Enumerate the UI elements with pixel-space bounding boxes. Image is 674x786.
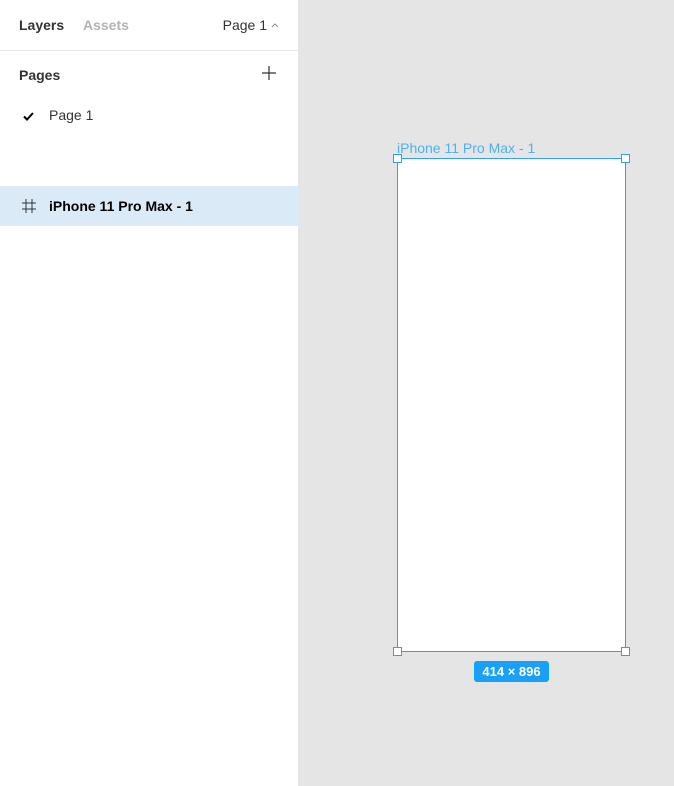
- add-page-button[interactable]: [259, 65, 279, 85]
- tab-layers[interactable]: Layers: [19, 17, 64, 33]
- layer-row[interactable]: iPhone 11 Pro Max - 1: [0, 186, 299, 226]
- page-item-label: Page 1: [49, 107, 94, 123]
- resize-handle-top-right[interactable]: [621, 154, 630, 163]
- resize-handle-bottom-right[interactable]: [621, 647, 630, 656]
- frame-label[interactable]: iPhone 11 Pro Max - 1: [397, 140, 535, 156]
- page-switcher[interactable]: Page 1: [223, 17, 279, 33]
- layer-label: iPhone 11 Pro Max - 1: [49, 198, 193, 214]
- tab-assets[interactable]: Assets: [83, 17, 129, 33]
- chevron-up-icon: [271, 22, 279, 28]
- size-badge: 414 × 896: [474, 661, 549, 682]
- page-list-item[interactable]: Page 1: [0, 102, 299, 128]
- left-panel: Layers Assets Page 1 Pages Page 1 iPhone…: [0, 0, 299, 786]
- plus-icon: [262, 65, 276, 85]
- pages-header: Pages: [19, 67, 61, 83]
- resize-handle-bottom-left[interactable]: [393, 647, 402, 656]
- frame-icon: [22, 199, 36, 218]
- resize-handle-top-left[interactable]: [393, 154, 402, 163]
- page-switcher-label: Page 1: [222, 17, 267, 33]
- artboard-frame[interactable]: [397, 158, 626, 652]
- checkmark-icon: [23, 108, 34, 126]
- panel-tabs: Layers Assets Page 1: [0, 0, 299, 51]
